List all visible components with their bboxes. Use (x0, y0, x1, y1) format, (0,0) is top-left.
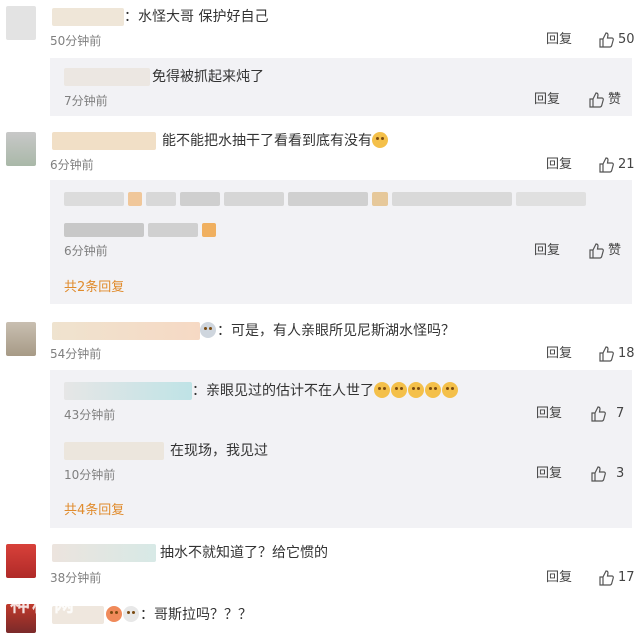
reply-time: 6分钟前 (64, 244, 108, 258)
like-button[interactable]: 21 (598, 157, 635, 173)
cat-emoji-icon (372, 132, 388, 148)
like-label: 赞 (608, 243, 622, 258)
like-count: 18 (618, 346, 635, 361)
ring-emoji-icon (200, 322, 216, 338)
thumbs-up-icon (589, 243, 604, 259)
thumbs-up-icon (599, 570, 614, 586)
avatar[interactable] (6, 322, 36, 356)
comment-text: ：哥斯拉吗？？？ (106, 606, 252, 624)
thumbs-up-icon (591, 466, 606, 482)
thumbs-up-icon (599, 32, 614, 48)
like-count: 50 (618, 32, 635, 47)
reply-time: 7分钟前 (64, 94, 108, 108)
panda-emoji-icon (123, 606, 139, 622)
thumbs-up-icon (591, 406, 606, 422)
username-blurred[interactable] (64, 442, 164, 460)
comment-text: ：可是，有人亲眼所见尼斯湖水怪吗？ (200, 322, 455, 340)
reply-button[interactable]: 回复 (546, 157, 572, 173)
comment-time: 50分钟前 (50, 34, 102, 48)
reply-button[interactable]: 回复 (536, 406, 562, 422)
laughing-emoji-icon (374, 382, 390, 398)
like-button[interactable]: 赞 (588, 92, 621, 108)
reply-time: 10分钟前 (64, 468, 116, 482)
comment-text: 抽水不就知道了？给它惯的 (160, 545, 328, 561)
username-blurred[interactable] (64, 382, 192, 400)
comment-text-content: 能不能把水抽干了看看到底有没有 (162, 133, 372, 149)
reply-text: ：亲眼见过的估计不在人世了 (192, 382, 459, 400)
username-blurred[interactable] (52, 322, 200, 340)
angry-emoji-icon (106, 606, 122, 622)
thumbs-up-icon (599, 157, 614, 173)
like-button[interactable]: 3 (590, 466, 624, 482)
reply-text: 免得被抓起来炖了 (152, 69, 264, 85)
like-button[interactable]: 赞 (588, 243, 621, 259)
avatar[interactable] (6, 6, 36, 40)
laughing-emoji-icon (425, 382, 441, 398)
reply-time: 43分钟前 (64, 408, 116, 422)
reply-button[interactable]: 回复 (536, 466, 562, 482)
reply-button[interactable]: 回复 (546, 570, 572, 586)
comment-text-content: ：哥斯拉吗？？？ (140, 607, 252, 623)
comment-time: 6分钟前 (50, 158, 94, 172)
more-replies-link[interactable]: 共4条回复 (64, 503, 124, 519)
comment-text-content: ：可是，有人亲眼所见尼斯湖水怪吗？ (217, 323, 455, 339)
reply-text-content: ：亲眼见过的估计不在人世了 (192, 383, 374, 399)
comment-text: ：水怪大哥 保护好自己 (124, 9, 269, 25)
like-label: 赞 (608, 92, 622, 107)
like-count: 17 (618, 570, 635, 585)
more-replies-link[interactable]: 共2条回复 (64, 280, 124, 296)
laughing-emoji-icon (442, 382, 458, 398)
reply-text: 在现场，我见过 (170, 443, 268, 459)
username-blurred[interactable] (52, 544, 156, 562)
comment-time: 54分钟前 (50, 347, 102, 361)
avatar[interactable] (6, 132, 36, 166)
watermark: 神秘网 (10, 592, 76, 616)
username-blurred[interactable] (52, 132, 156, 150)
username-blurred[interactable] (64, 68, 150, 86)
thumbs-up-icon (589, 92, 604, 108)
thumbs-up-icon (599, 346, 614, 362)
reply-text-blurred (64, 191, 624, 210)
comment-text: 能不能把水抽干了看看到底有没有 (162, 132, 389, 150)
reply-button[interactable]: 回复 (534, 92, 560, 108)
laughing-emoji-icon (391, 382, 407, 398)
comment-time: 38分钟前 (50, 571, 102, 585)
reply-button[interactable]: 回复 (546, 32, 572, 48)
like-button[interactable]: 7 (590, 406, 624, 422)
username-blurred[interactable] (52, 8, 124, 26)
like-button[interactable]: 17 (598, 570, 635, 586)
reply-button[interactable]: 回复 (534, 243, 560, 259)
reply-button[interactable]: 回复 (546, 346, 572, 362)
laughing-emoji-icon (408, 382, 424, 398)
reply-text-blurred (64, 222, 264, 241)
like-button[interactable]: 50 (598, 32, 635, 48)
like-count: 7 (616, 406, 625, 421)
like-count: 21 (618, 157, 635, 172)
like-count: 3 (616, 466, 625, 481)
like-button[interactable]: 18 (598, 346, 635, 362)
avatar[interactable] (6, 544, 36, 578)
